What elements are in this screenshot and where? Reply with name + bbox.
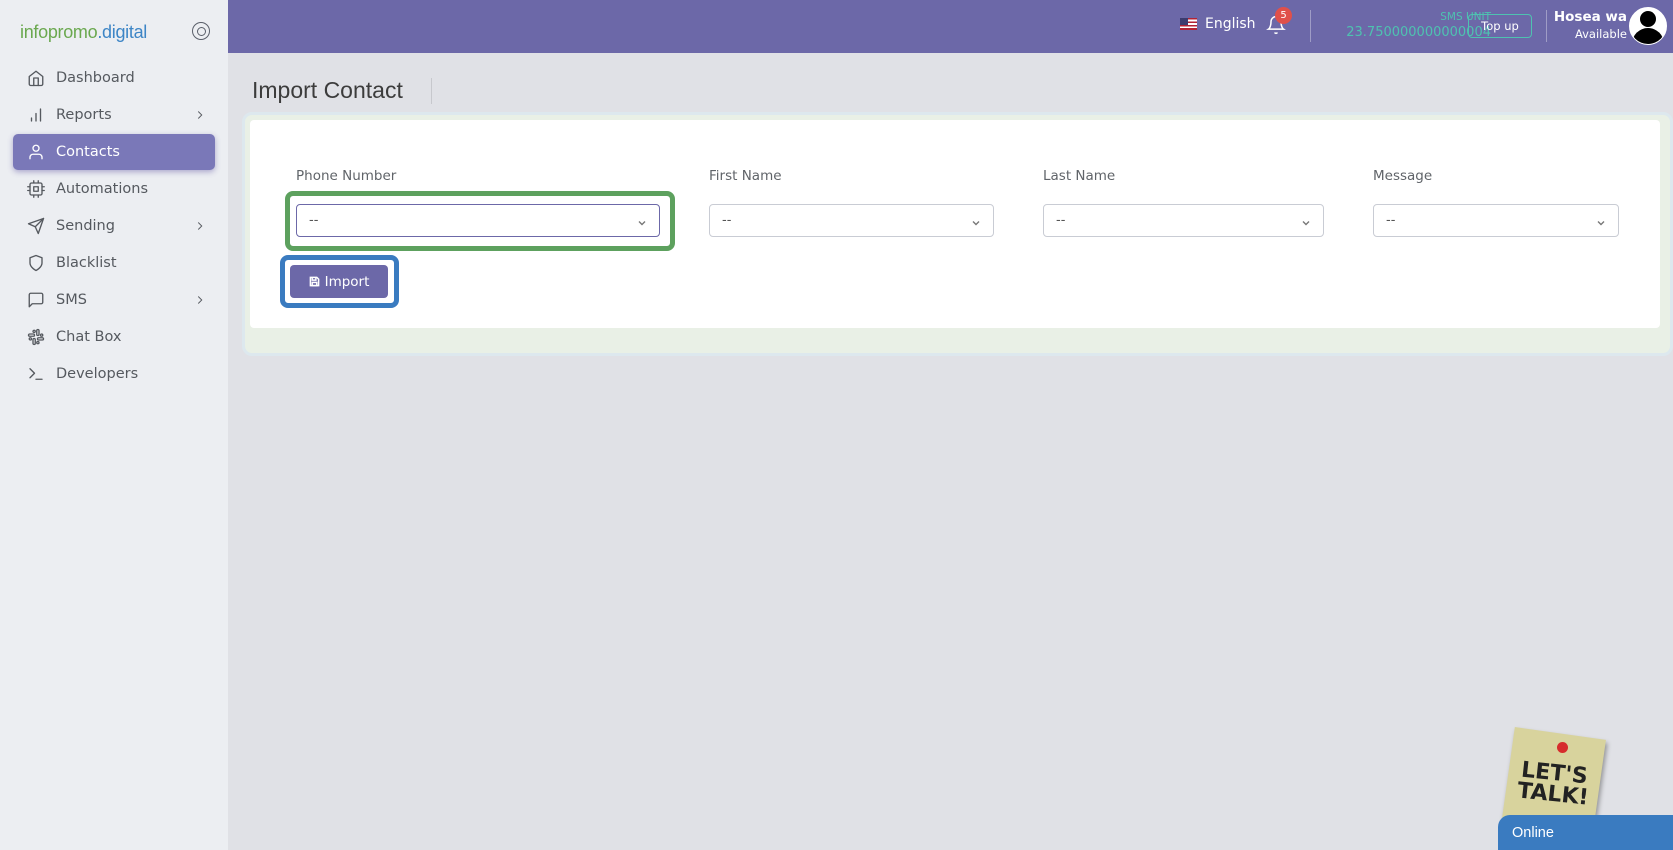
- sidebar-item-label: Reports: [56, 107, 112, 123]
- cpu-icon: [26, 179, 46, 199]
- phone-number-select-value: --: [309, 213, 319, 228]
- message-square-icon: [26, 290, 46, 310]
- phone-number-label: Phone Number: [296, 168, 397, 184]
- import-button-label: Import: [324, 273, 370, 290]
- sidebar-item-label: SMS: [56, 292, 87, 308]
- topbar: English 5 SMS UNIT 23.750000000000004 To…: [228, 0, 1673, 53]
- sidebar-item-dashboard[interactable]: Dashboard: [13, 60, 215, 96]
- last-name-select[interactable]: --: [1043, 204, 1324, 237]
- sidebar-item-developers[interactable]: Developers: [13, 356, 215, 392]
- first-name-select-value: --: [722, 213, 732, 228]
- message-label: Message: [1373, 168, 1433, 184]
- language-label: English: [1205, 16, 1256, 32]
- chevron-right-icon: [193, 219, 207, 233]
- phone-number-select[interactable]: --: [296, 204, 660, 237]
- sidebar-item-label: Developers: [56, 366, 139, 382]
- chevron-down-icon: [971, 217, 981, 227]
- sidebar-item-sending[interactable]: Sending: [13, 208, 215, 244]
- chevron-right-icon: [193, 108, 207, 122]
- us-flag-icon: [1180, 18, 1197, 30]
- message-select[interactable]: --: [1373, 204, 1619, 237]
- import-button[interactable]: Import: [290, 265, 388, 298]
- sidebar-item-label: Sending: [56, 218, 115, 234]
- sidebar-item-label: Dashboard: [56, 70, 135, 86]
- terminal-icon: [26, 364, 46, 384]
- sidebar-item-reports[interactable]: Reports: [13, 97, 215, 133]
- chevron-down-icon: [637, 217, 647, 227]
- top-up-button[interactable]: Top up: [1468, 14, 1532, 38]
- save-icon: [309, 276, 319, 287]
- chevron-right-icon: [193, 293, 207, 307]
- sidebar-nav: Dashboard Reports Contacts Automations S…: [13, 60, 215, 393]
- first-name-label: First Name: [709, 168, 782, 184]
- sidebar-item-chat-box[interactable]: Chat Box: [13, 319, 215, 355]
- avatar[interactable]: [1629, 7, 1667, 45]
- sidebar-item-label: Chat Box: [56, 329, 122, 345]
- last-name-label: Last Name: [1043, 168, 1116, 184]
- sidebar-item-contacts[interactable]: Contacts: [13, 134, 215, 170]
- brand-logo[interactable]: infopromo .digital: [20, 18, 147, 46]
- sidebar-item-sms[interactable]: SMS: [13, 282, 215, 318]
- brand-name-part1: infopromo: [20, 21, 98, 42]
- sidebar: infopromo .digital Dashboard Reports Cont…: [0, 0, 228, 850]
- language-selector[interactable]: English: [1180, 16, 1256, 32]
- user-status: Available: [1574, 27, 1627, 41]
- chat-status-label: Online: [1512, 824, 1554, 841]
- message-select-value: --: [1386, 213, 1396, 228]
- sms-unit-label: SMS UNIT: [1440, 11, 1491, 23]
- chevron-down-icon: [1596, 217, 1606, 227]
- sidebar-item-blacklist[interactable]: Blacklist: [13, 245, 215, 281]
- pin-icon: [1557, 742, 1568, 753]
- send-icon: [26, 216, 46, 236]
- sms-unit-value: 23.750000000000004: [1346, 25, 1491, 40]
- user-icon: [26, 142, 46, 162]
- sidebar-item-label: Automations: [56, 181, 149, 197]
- sidebar-item-label: Contacts: [56, 144, 120, 160]
- user-name[interactable]: Hosea wa: [1538, 9, 1627, 25]
- sidebar-toggle-icon[interactable]: [192, 22, 210, 40]
- lets-talk-text: LET'S TALK!: [1516, 757, 1590, 811]
- shield-icon: [26, 253, 46, 273]
- first-name-select[interactable]: --: [709, 204, 994, 237]
- bar-chart-icon: [26, 105, 46, 125]
- sidebar-item-automations[interactable]: Automations: [13, 171, 215, 207]
- title-divider: [431, 78, 432, 104]
- page-title: Import Contact: [252, 77, 403, 103]
- slack-icon: [26, 327, 46, 347]
- topbar-divider: [1310, 10, 1311, 42]
- chevron-down-icon: [1301, 217, 1311, 227]
- notification-badge: 5: [1275, 7, 1292, 24]
- home-icon: [26, 68, 46, 88]
- sidebar-item-label: Blacklist: [56, 255, 117, 271]
- brand-name-part2: .digital: [97, 21, 147, 42]
- last-name-select-value: --: [1056, 213, 1066, 228]
- chat-online-bar[interactable]: Online: [1498, 815, 1673, 850]
